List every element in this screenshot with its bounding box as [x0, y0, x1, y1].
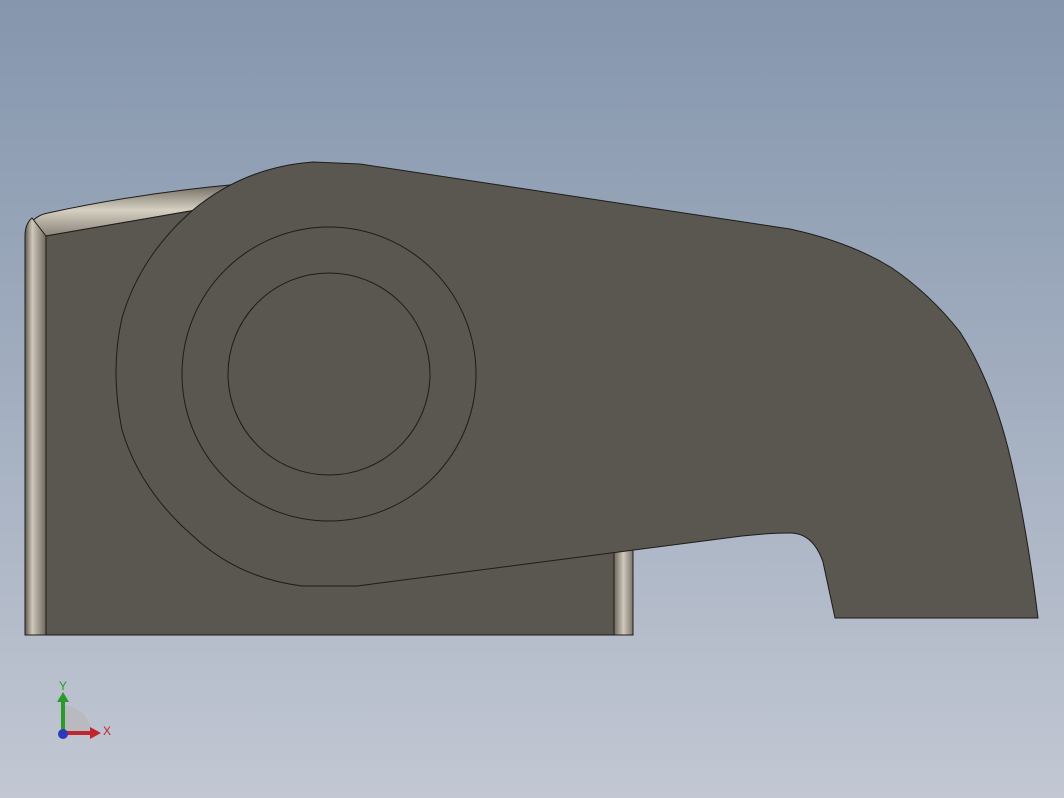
hook-body [115, 161, 1039, 619]
step-side-face [613, 544, 634, 636]
model-view[interactable] [0, 0, 1064, 798]
left-side-face [24, 217, 47, 636]
hook-outline-face [115, 161, 1039, 619]
graphics-viewport[interactable]: Y X [0, 0, 1064, 798]
